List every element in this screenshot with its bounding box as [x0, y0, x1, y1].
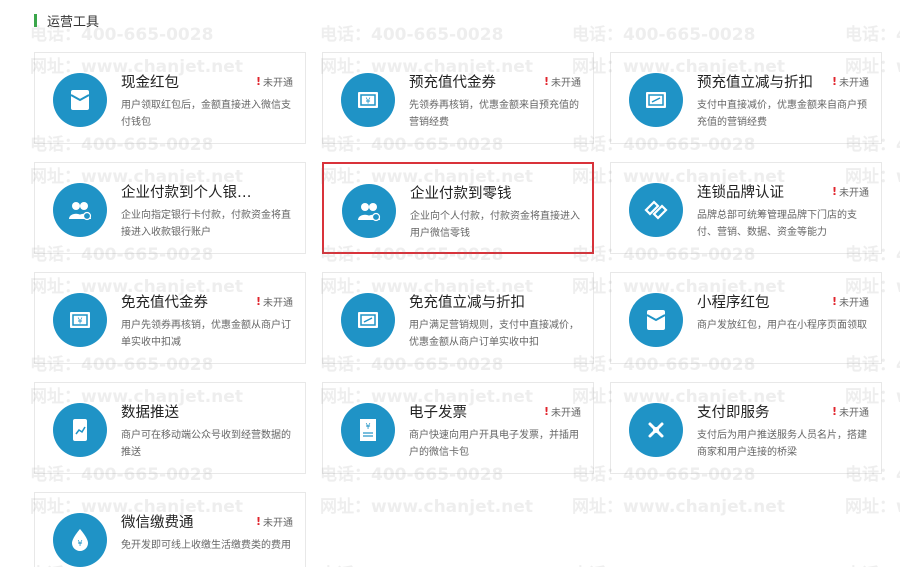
- tool-card[interactable]: ¥ 免充值代金券! 未开通 用户先领券再核销，优惠金额从商户订单实收中扣减: [34, 272, 306, 364]
- watermark-text: 电话：400-665-0028: [320, 560, 503, 567]
- tool-card-title: 企业付款到零钱: [410, 186, 512, 202]
- tool-card-title: 免充值立减与折扣: [409, 295, 525, 311]
- tool-card-description: 商户快速向用户开具电子发票，并插用户的微信卡包: [409, 430, 579, 458]
- tool-card-description: 免开发即可线上收缴生活缴费类的费用: [121, 540, 291, 551]
- status-mark: !: [543, 405, 549, 418]
- tool-card-description: 企业向指定银行卡付款，付款资金将直接进入收款银行账户: [121, 210, 291, 238]
- watermark-text: 电话：400-665-0028: [572, 560, 755, 567]
- section-title: 运营工具: [47, 14, 100, 30]
- status-label: 未开通: [551, 78, 581, 89]
- watermark-text: 网址：www.chanjet.net: [320, 497, 533, 517]
- tool-card-title: 微信缴费通: [121, 515, 194, 531]
- tool-card[interactable]: 支付即服务! 未开通 支付后为用户推送服务人员名片，搭建商家和用户连接的桥梁: [610, 382, 882, 474]
- status-mark: !: [831, 185, 837, 198]
- tool-card-description: 商户可在移动端公众号收到经营数据的推送: [121, 430, 291, 458]
- tool-card-title: 企业付款到个人银…: [121, 185, 251, 201]
- coupon-icon: ¥: [53, 293, 107, 347]
- status-label: 未开通: [839, 188, 869, 199]
- status-badge: ! 未开通: [544, 404, 581, 419]
- status-mark: !: [255, 75, 261, 88]
- tool-card[interactable]: 数据推送商户可在移动端公众号收到经营数据的推送: [34, 382, 306, 474]
- status-badge: ! 未开通: [544, 74, 581, 89]
- tool-card[interactable]: 免充值立减与折扣用户满足营销规则，支付中直接减价，优惠金额从商户订单实收中扣: [322, 272, 594, 364]
- status-label: 未开通: [263, 518, 293, 529]
- tool-card-title: 小程序红包: [697, 295, 770, 311]
- tool-card-description: 商户发放红包，用户在小程序页面领取: [697, 320, 867, 331]
- status-label: 未开通: [839, 298, 869, 309]
- discount-icon: [341, 293, 395, 347]
- tool-card-title: 免充值代金券: [121, 295, 208, 311]
- status-mark: !: [831, 75, 837, 88]
- tool-card-description: 用户先领券再核销，优惠金额从商户订单实收中扣减: [121, 320, 291, 348]
- svg-text:¥: ¥: [365, 97, 370, 106]
- watermark-text: 电话：400-665-0028: [572, 25, 756, 45]
- tool-card[interactable]: 现金红包! 未开通 用户领取红包后，金额直接进入微信支付钱包: [34, 52, 306, 144]
- status-label: 未开通: [551, 408, 581, 419]
- envelope-icon: [629, 293, 683, 347]
- svg-text:¥: ¥: [77, 317, 82, 326]
- tool-card-description: 用户满足营销规则，支付中直接减价，优惠金额从商户订单实收中扣: [409, 320, 579, 348]
- status-badge: ! 未开通: [256, 514, 293, 529]
- tool-card[interactable]: ¥ 电子发票! 未开通 商户快速向用户开具电子发票，并插用户的微信卡包: [322, 382, 594, 474]
- tool-card[interactable]: 预充值立减与折扣! 未开通 支付中直接减价，优惠金额来自商户预充值的营销经费: [610, 52, 882, 144]
- tool-card-title: 预充值立减与折扣: [697, 75, 813, 91]
- users-icon: [53, 183, 107, 237]
- status-mark: !: [255, 515, 261, 528]
- tool-card[interactable]: 企业付款到个人银… 企业向指定银行卡付款，付款资金将直接进入收款银行账户: [34, 162, 306, 254]
- tool-card-title: 电子发票: [409, 405, 467, 421]
- coupon-icon: ¥: [341, 73, 395, 127]
- status-badge: ! 未开通: [832, 294, 869, 309]
- status-mark: !: [831, 405, 837, 418]
- tool-card-title: 支付即服务: [697, 405, 770, 421]
- status-label: 未开通: [839, 408, 869, 419]
- svg-text:¥: ¥: [365, 422, 370, 431]
- tool-card-description: 支付中直接减价，优惠金额来自商户预充值的营销经费: [697, 100, 867, 128]
- watermark-text: 电话：400-665-0028: [845, 25, 900, 45]
- status-badge: ! 未开通: [832, 74, 869, 89]
- tool-card-description: 支付后为用户推送服务人员名片，搭建商家和用户连接的桥梁: [697, 430, 867, 458]
- status-label: 未开通: [839, 78, 869, 89]
- status-badge: ! 未开通: [256, 294, 293, 309]
- tool-card[interactable]: 企业付款到零钱企业向个人付款，付款资金将直接进入用户微信零钱: [322, 162, 594, 254]
- status-badge: ! 未开通: [832, 404, 869, 419]
- tool-card[interactable]: ¥ 微信缴费通! 未开通 免开发即可线上收缴生活缴费类的费用: [34, 492, 306, 567]
- tablet-chart-icon: [53, 403, 107, 457]
- tool-card-title: 连锁品牌认证: [697, 185, 784, 201]
- watermark-text: 电话：400-665-0028: [845, 560, 900, 567]
- status-badge: ! 未开通: [832, 184, 869, 199]
- status-mark: !: [255, 295, 261, 308]
- tool-card-description: 品牌总部可统筹管理品牌下门店的支付、营销、数据、资金等能力: [697, 210, 857, 238]
- tool-card-description: 用户领取红包后，金额直接进入微信支付钱包: [121, 100, 291, 128]
- invoice-icon: ¥: [341, 403, 395, 457]
- watermark-text: 网址：www.chanjet.net: [572, 497, 785, 517]
- watermark-text: 电话：400-665-0028: [320, 25, 504, 45]
- chain-icon: [629, 183, 683, 237]
- discount-icon: [629, 73, 683, 127]
- tool-card-description: 企业向个人付款，付款资金将直接进入用户微信零钱: [410, 211, 580, 239]
- section-header: 运营工具: [34, 12, 100, 30]
- tool-card-description: 先领券再核销，优惠金额来自预充值的营销经费: [409, 100, 579, 128]
- tool-card-title: 现金红包: [121, 75, 179, 91]
- watermark-text: 网址：www.chanjet.net: [845, 497, 900, 517]
- water-drop-icon: ¥: [53, 513, 107, 567]
- section-accent-bar: [34, 13, 37, 27]
- status-label: 未开通: [263, 78, 293, 89]
- tool-card-title: 数据推送: [121, 405, 179, 421]
- status-mark: !: [543, 75, 549, 88]
- status-label: 未开通: [263, 298, 293, 309]
- status-badge: ! 未开通: [256, 74, 293, 89]
- tool-card[interactable]: ¥ 预充值代金券! 未开通 先领券再核销，优惠金额来自预充值的营销经费: [322, 52, 594, 144]
- tool-card[interactable]: 连锁品牌认证! 未开通 品牌总部可统筹管理品牌下门店的支付、营销、数据、资金等能力: [610, 162, 882, 254]
- tool-card-title: 预充值代金券: [409, 75, 496, 91]
- svg-text:¥: ¥: [77, 539, 82, 548]
- users-icon: [342, 184, 396, 238]
- status-mark: !: [831, 295, 837, 308]
- tool-card[interactable]: 小程序红包! 未开通 商户发放红包，用户在小程序页面领取: [610, 272, 882, 364]
- envelope-icon: [53, 73, 107, 127]
- link-icon: [629, 403, 683, 457]
